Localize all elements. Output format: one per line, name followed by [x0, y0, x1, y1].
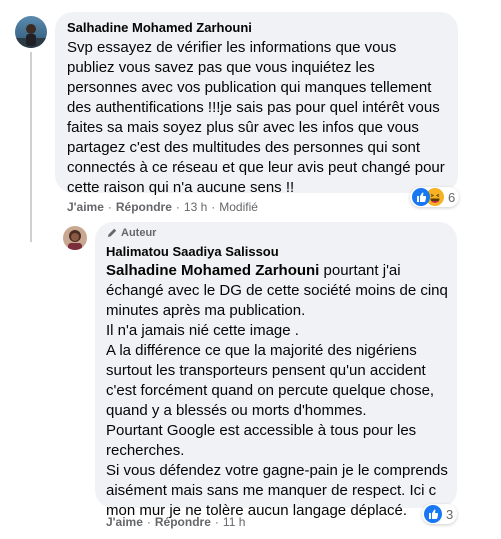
reaction-summary[interactable]: 3 [422, 504, 458, 524]
reaction-count: 3 [446, 506, 454, 522]
reply-actions: J'aime · Répondre · 11 h [106, 515, 246, 529]
like-button[interactable]: J'aime [67, 200, 104, 214]
reply-author-name[interactable]: Halimatou Saadiya Salissou [106, 244, 279, 259]
comment-author-name[interactable]: Salhadine Mohamed Zarhouni [67, 20, 252, 35]
comment-line: connectés à ce réseau et que leur avis p… [67, 159, 445, 176]
comment-line: des authentifications !!!je sais pas pou… [67, 99, 440, 116]
author-badge: Auteur [106, 227, 156, 239]
reply-line: aisément mais sans me manquer de respect… [106, 482, 437, 499]
reply-line: quand y a blessés ou morts d'hommes. [106, 402, 367, 419]
thread-connector [30, 52, 32, 242]
avatar-image [15, 16, 47, 48]
comment-line: personnes avec vos publication qui manqu… [67, 79, 432, 96]
mention-link[interactable]: Salhadine Mohamed Zarhouni [106, 262, 319, 279]
comment-line: publiez vous savez pas que vous inquiéte… [67, 59, 375, 76]
comment-line: Svp essayez de vérifier les informations… [67, 39, 397, 56]
reply-line: Il n'a jamais nié cette image . [106, 322, 299, 339]
edited-label[interactable]: Modifié [219, 200, 258, 214]
like-button[interactable]: J'aime [106, 515, 143, 529]
avatar[interactable] [63, 226, 87, 250]
comment-line: partagez c'est des multitudes des person… [67, 139, 421, 156]
reply-line: minutes après ma publication. [106, 302, 306, 319]
pencil-icon [106, 227, 118, 239]
comment-thread: Salhadine Mohamed Zarhouni Svp essayez d… [0, 0, 501, 539]
reply-line: surtout les transporteurs pensent qu'un … [106, 362, 426, 379]
comment-body: Svp essayez de vérifier les informations… [67, 38, 445, 198]
author-badge-label: Auteur [121, 227, 157, 239]
avatar-image [63, 226, 87, 250]
reply-first-line: pourtant j'ai [319, 262, 401, 279]
reply-body: Salhadine Mohamed Zarhouni pourtant j'ai… [106, 261, 448, 521]
reply-line: c'est forcément quand on percute quelque… [106, 382, 435, 399]
reply-button[interactable]: Répondre [116, 200, 172, 214]
comment-actions: J'aime · Répondre · 13 h · Modifié [67, 200, 258, 214]
reply-line: Si vous défendez votre gagne-pain je le … [106, 462, 448, 479]
like-reaction-icon [412, 188, 430, 206]
reply-line: échangé avec le DG de cette société moin… [106, 282, 448, 299]
reply-line: A la différence ce que la majorité des n… [106, 342, 417, 359]
reply-button[interactable]: Répondre [155, 515, 211, 529]
comment-line: cette raison qui n'a aucune sens !! [67, 179, 295, 196]
comment-timestamp[interactable]: 13 h [184, 200, 207, 214]
comment-line: faites sa mais soyez plus sûr avec les i… [67, 119, 419, 136]
reply-timestamp[interactable]: 11 h [223, 515, 245, 529]
reply-line: recherches. [106, 442, 185, 459]
reaction-count: 6 [448, 189, 456, 205]
avatar[interactable] [15, 16, 47, 48]
reply-line: Pourtant Google est accessible à tous po… [106, 422, 417, 439]
like-reaction-icon [424, 505, 442, 523]
reaction-summary[interactable]: 6 [410, 187, 460, 207]
